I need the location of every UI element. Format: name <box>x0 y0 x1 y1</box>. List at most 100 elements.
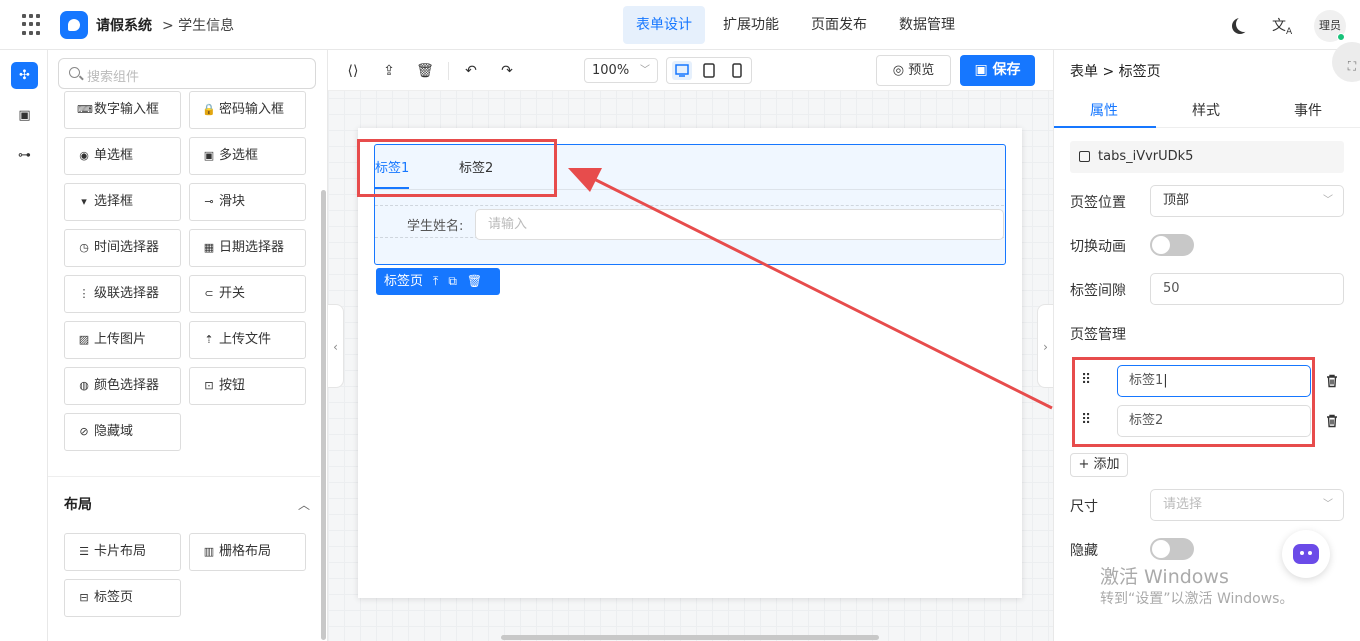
layout-item[interactable]: ▥ 栅格布局 <box>189 533 306 571</box>
selected-component-tag: 标签页 ⤒ ⧉ 🗑 <box>376 268 500 295</box>
online-status-dot <box>1337 33 1345 41</box>
palette-icon: ◍ <box>79 379 89 392</box>
component-item[interactable]: ◷ 时间选择器 <box>64 229 181 267</box>
gap-input[interactable]: 50 <box>1150 273 1344 305</box>
component-item[interactable]: ◉ 单选框 <box>64 137 181 175</box>
delete-icon[interactable]: 🗑 <box>467 274 482 288</box>
code-window-icon[interactable]: ▣ <box>11 102 38 129</box>
avatar[interactable]: 理员 <box>1314 10 1346 42</box>
save-button[interactable]: ▣ 保存 <box>960 55 1035 86</box>
tab-events[interactable]: 事件 <box>1294 100 1322 120</box>
component-item[interactable]: ⌨数字输入框 <box>64 91 181 129</box>
properties-panel: 表单 > 标签页 ⛶ 属性 样式 事件 tabs_iVvrUDk5 页签位置 顶… <box>1053 42 1360 641</box>
app-grid-icon[interactable] <box>22 14 44 36</box>
component-item-label: 选择框 <box>94 194 134 209</box>
size-select[interactable]: 请选择 ﹀ <box>1150 489 1344 521</box>
component-item[interactable]: 🔒 密码输入框 <box>189 91 306 129</box>
gap-label: 标签间隙 <box>1070 283 1126 299</box>
nav-extensions[interactable]: 扩展功能 <box>710 6 792 44</box>
calendar-icon: ▦ <box>203 241 215 254</box>
component-item-label: 单选框 <box>94 148 134 163</box>
tabs-icon: ⊟ <box>79 591 89 604</box>
student-name-input[interactable]: 请输入 <box>475 209 1004 240</box>
save-label: 保存 <box>992 62 1021 78</box>
props-breadcrumb: 表单 > 标签页 <box>1070 64 1161 80</box>
component-item[interactable]: ⊸ 滑块 <box>189 183 306 221</box>
collapse-right-button[interactable]: › <box>1037 304 1053 388</box>
breadcrumb[interactable]: > 学生信息 <box>162 15 234 35</box>
delete-tab-1-icon[interactable] <box>1324 373 1340 389</box>
component-item[interactable]: ⊡ 按钮 <box>189 367 306 405</box>
component-item[interactable]: ▣ 多选框 <box>189 137 306 175</box>
trash-icon[interactable]: 🗑 <box>416 62 434 80</box>
chevron-up-icon[interactable]: ︿ <box>298 496 310 513</box>
component-item[interactable]: ▾ 选择框 <box>64 183 181 221</box>
undo-icon[interactable]: ↶ <box>462 62 480 80</box>
hidden-toggle[interactable] <box>1150 538 1194 560</box>
components-puzzle-icon[interactable]: ✣ <box>11 62 38 89</box>
tablet-icon[interactable] <box>699 61 719 80</box>
delete-tab-2-icon[interactable] <box>1324 413 1340 429</box>
component-item-label: 级联选择器 <box>94 286 160 301</box>
component-item[interactable]: ⊂ 开关 <box>189 275 306 313</box>
assistant-bot-icon[interactable] <box>1282 530 1330 578</box>
tab-styles[interactable]: 样式 <box>1192 100 1220 120</box>
tree-structure-icon[interactable]: ⊶ <box>11 142 38 169</box>
card-icon: ☰ <box>79 545 89 558</box>
switch-icon: ⊂ <box>204 287 214 300</box>
component-item[interactable]: ⇡ 上传文件 <box>189 321 306 359</box>
component-item[interactable]: ⋮ 级联选择器 <box>64 275 181 313</box>
nav-data[interactable]: 数据管理 <box>886 6 968 44</box>
code-icon[interactable]: ⟨⟩ <box>344 62 362 80</box>
left-rail: ✣ ▣ ⊶ <box>0 50 48 641</box>
canvas-scrollbar[interactable] <box>501 635 879 640</box>
component-item-label: 上传文件 <box>219 332 272 347</box>
dark-mode-icon[interactable] <box>1236 16 1252 32</box>
preview-button[interactable]: ◎ 预览 <box>876 55 951 86</box>
tab-position-value: 顶部 <box>1163 193 1190 208</box>
zoom-select[interactable]: 100% ﹀ <box>584 58 658 83</box>
form-item-row[interactable]: 学生姓名: 请输入 <box>375 205 1004 240</box>
toolbar-divider <box>448 62 449 80</box>
device-switcher <box>666 57 752 84</box>
annotation-box-tab-manager <box>1072 357 1315 447</box>
desktop-icon[interactable] <box>672 61 692 80</box>
nav-form-design[interactable]: 表单设计 <box>623 6 705 44</box>
layout-item[interactable]: ⊟ 标签页 <box>64 579 181 617</box>
props-tab-indicator <box>1054 126 1156 128</box>
cascader-icon: ⋮ <box>78 287 90 300</box>
export-icon[interactable]: ⇪ <box>380 62 398 80</box>
nav-publish[interactable]: 页面发布 <box>798 6 880 44</box>
collapse-left-button[interactable]: ‹ <box>328 304 344 388</box>
layout-item[interactable]: ☰ 卡片布局 <box>64 533 181 571</box>
component-item[interactable]: ▦ 日期选择器 <box>189 229 306 267</box>
move-up-icon[interactable]: ⤒ <box>433 274 438 288</box>
component-item-label: 数字输入框 <box>94 102 160 117</box>
panel-scrollbar[interactable] <box>321 190 326 640</box>
animation-toggle[interactable] <box>1150 234 1194 256</box>
component-item[interactable]: ▨ 上传图片 <box>64 321 181 359</box>
top-bar: 请假系统 > 学生信息 表单设计 扩展功能 页面发布 数据管理 文A 理员 <box>0 0 1360 50</box>
tab-properties[interactable]: 属性 <box>1090 100 1118 120</box>
layout-item-label: 栅格布局 <box>219 544 272 559</box>
copy-icon[interactable]: ⧉ <box>448 274 457 288</box>
add-tab-button[interactable]: + 添加 <box>1070 453 1128 477</box>
fullscreen-icon[interactable]: ⛶ <box>1332 42 1360 82</box>
button-icon: ⊡ <box>204 379 214 392</box>
zoom-value: 100% <box>592 63 630 78</box>
component-id: tabs_iVvrUDk5 <box>1070 141 1344 173</box>
layout-item-label: 标签页 <box>94 590 134 605</box>
component-item[interactable]: ◍ 颜色选择器 <box>64 367 181 405</box>
translate-icon[interactable]: 文A <box>1272 15 1292 37</box>
component-item-label: 滑块 <box>219 194 246 209</box>
component-item-label: 颜色选择器 <box>94 378 160 393</box>
component-item-label: 按钮 <box>219 378 246 393</box>
redo-icon[interactable]: ↷ <box>498 62 516 80</box>
mobile-icon[interactable] <box>727 61 747 80</box>
clock-icon: ◷ <box>79 241 89 254</box>
number-input-icon: ⌨ <box>77 103 93 116</box>
props-tabs: 属性 样式 事件 <box>1054 90 1360 128</box>
component-item[interactable]: ⊘ 隐藏域 <box>64 413 181 451</box>
tab-position-select[interactable]: 顶部 ﹀ <box>1150 185 1344 217</box>
search-input[interactable]: 搜索组件 <box>58 58 316 89</box>
